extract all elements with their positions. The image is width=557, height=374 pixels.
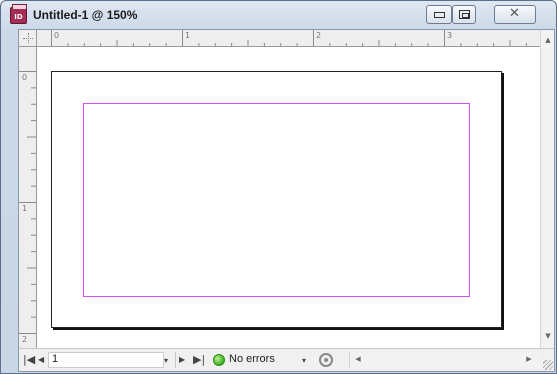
close-button[interactable]: ✕ xyxy=(494,5,536,24)
vruler-label-2: 2 xyxy=(22,335,28,344)
scroll-left-arrow[interactable]: ◀ xyxy=(353,355,363,363)
restore-icon xyxy=(459,10,470,19)
scroll-right-arrow[interactable]: ▶ xyxy=(524,355,534,363)
horizontal-ruler-ticks xyxy=(51,30,527,46)
vruler-label-1: 1 xyxy=(22,204,28,213)
next-page-icon[interactable]: ▶ xyxy=(179,355,185,364)
minimize-icon xyxy=(434,12,445,18)
last-page-icon[interactable]: ▶| xyxy=(193,353,205,366)
document-area: 0 1 2 3 0 1 2 ▲ ▼ |◀ ◀ 1 ▾ ▶ ▶| No error… xyxy=(18,29,555,372)
preflight-status-text[interactable]: No errors xyxy=(229,353,275,365)
margin-guide xyxy=(83,103,470,297)
vertical-scrollbar[interactable]: ▲ ▼ xyxy=(540,30,554,348)
status-separator xyxy=(175,352,176,368)
ruler-label-3: 3 xyxy=(447,31,453,40)
document-page[interactable] xyxy=(51,71,502,328)
horizontal-ruler[interactable]: 0 1 2 3 xyxy=(37,30,540,47)
status-bar: |◀ ◀ 1 ▾ ▶ ▶| No errors ▾ ◀ ▶ xyxy=(19,348,554,371)
preflight-menu-chevron-down-icon[interactable]: ▾ xyxy=(302,356,306,365)
pasteboard[interactable] xyxy=(37,47,540,348)
title-bar[interactable]: ID Untitled-1 @ 150% ✕ xyxy=(1,1,556,29)
preflight-status-icon[interactable] xyxy=(213,354,225,366)
app-icon-text: ID xyxy=(14,13,23,21)
ruler-origin-corner[interactable] xyxy=(19,30,37,47)
vertical-ruler[interactable]: 0 1 2 xyxy=(19,47,37,348)
resize-grip[interactable] xyxy=(543,360,553,370)
ruler-label-1: 1 xyxy=(185,31,191,40)
maximize-button[interactable] xyxy=(452,5,476,24)
window-title: Untitled-1 @ 150% xyxy=(33,8,138,22)
horizontal-scrollbar[interactable]: ◀ ▶ xyxy=(349,352,541,368)
page-number-field[interactable]: 1 xyxy=(48,352,164,368)
page-number-value: 1 xyxy=(52,353,59,365)
document-window: ID Untitled-1 @ 150% ✕ 0 1 2 3 0 1 2 ▲ ▼… xyxy=(0,0,557,374)
first-page-icon[interactable]: |◀ xyxy=(23,353,35,366)
minimize-button[interactable] xyxy=(426,5,452,24)
vruler-label-0: 0 xyxy=(22,73,28,82)
ruler-label-2: 2 xyxy=(316,31,322,40)
scroll-down-arrow[interactable]: ▼ xyxy=(541,332,555,340)
ruler-label-0: 0 xyxy=(54,31,60,40)
page-dropdown-chevron-down-icon[interactable]: ▾ xyxy=(164,356,168,365)
close-icon: ✕ xyxy=(509,6,520,21)
previous-page-icon[interactable]: ◀ xyxy=(38,355,44,364)
scroll-up-arrow[interactable]: ▲ xyxy=(541,36,555,44)
vertical-ruler-ticks xyxy=(19,71,36,334)
indesign-app-icon: ID xyxy=(10,4,27,24)
preflight-icon[interactable] xyxy=(319,353,333,367)
